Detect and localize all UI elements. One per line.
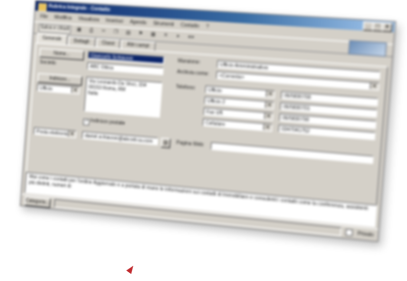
chevron-down-icon[interactable]: ▼ — [265, 102, 274, 109]
company-field[interactable]: ABC Ottica — [87, 62, 164, 75]
private-checkbox[interactable] — [346, 229, 354, 237]
cursor-arrow-icon — [126, 264, 136, 274]
navigation-icon[interactable]: ◂ ▸ — [186, 34, 195, 42]
categories-button[interactable]: Categorie... — [24, 195, 50, 207]
menu-agenda[interactable]: Agenda — [130, 19, 147, 26]
address-field[interactable]: Via Leonardo Da Vinci, 154 00153 Roma, R… — [84, 76, 163, 117]
menu-inserisci[interactable]: Inserisci — [106, 17, 124, 24]
cut-icon[interactable]: ✂ — [99, 28, 108, 35]
phone-type-value: Ufficio — [208, 87, 222, 94]
phone-type-value: Fax Uff. — [206, 109, 224, 116]
contact-card-icon — [38, 3, 47, 11]
calendar-icon[interactable]: ▦ — [149, 31, 158, 38]
company-label: Società: — [39, 58, 56, 67]
paste-icon[interactable]: ▤ — [124, 30, 133, 37]
menu-help[interactable]: ? — [206, 24, 209, 30]
chevron-down-icon[interactable]: ▼ — [264, 113, 273, 120]
menu-strumenti[interactable]: Strumenti — [153, 20, 174, 27]
phone-type-value: Cellulare — [205, 120, 225, 128]
menu-file[interactable]: File — [40, 13, 48, 19]
menu-visualizza[interactable]: Visualizza — [78, 16, 99, 23]
phone-label: Telefono: — [175, 83, 195, 92]
flag-icon[interactable]: ⚑ — [136, 31, 145, 38]
chevron-down-icon[interactable]: ▼ — [68, 131, 76, 137]
menu-modifica[interactable]: Modifica — [54, 14, 72, 21]
phone-type-value: Ufficio 2 — [207, 98, 225, 105]
web-page-label: Pagina Web: — [176, 139, 205, 149]
chevron-down-icon[interactable]: ▼ — [71, 87, 79, 93]
menu-contatto[interactable]: Contatto — [180, 22, 199, 29]
arrow-icon[interactable]: ▸ — [174, 33, 183, 41]
postal-address-label: Indirizzo postale — [90, 117, 125, 128]
floppy-icon[interactable]: ▣ — [75, 27, 84, 34]
email-type-value: Posta elettronica — [36, 129, 71, 138]
chevron-down-icon[interactable]: ▼ — [370, 83, 379, 90]
close-button[interactable]: x — [381, 22, 392, 32]
window-title: Rubrica Integrale - Contatto — [48, 4, 110, 14]
postal-address-checkbox[interactable]: ✓ — [83, 118, 90, 125]
job-title-label: Mansione: — [177, 57, 200, 67]
windows-logo — [348, 40, 387, 57]
print-icon[interactable]: ⎙ — [87, 27, 96, 34]
screenshot-perspective: Rubrica Integrale - Contatto _ □ x File … — [20, 0, 396, 242]
phone-type-select[interactable]: Cellulare ▼ — [202, 118, 272, 132]
chevron-down-icon[interactable]: ▼ — [266, 91, 275, 98]
email-field[interactable]: daniel.schiavoni@abcottica.com — [82, 131, 159, 145]
file-as-label: Archivia come: — [177, 68, 210, 78]
file-as-value: <Corrente> — [219, 73, 245, 81]
copy-icon[interactable]: ❐ — [111, 29, 120, 36]
delete-icon[interactable]: ✕ — [161, 32, 170, 40]
private-label: Privato — [357, 230, 374, 238]
address-type-value: Ufficio — [39, 86, 52, 93]
web-page-field[interactable] — [210, 142, 373, 164]
contact-window: Rubrica Integrale - Contatto _ □ x File … — [20, 0, 396, 242]
email-type-select[interactable]: Posta elettronica ▼ — [33, 127, 76, 138]
chevron-down-icon[interactable]: ▼ — [263, 124, 272, 131]
address-book-icon[interactable]: ▥ — [160, 138, 170, 149]
